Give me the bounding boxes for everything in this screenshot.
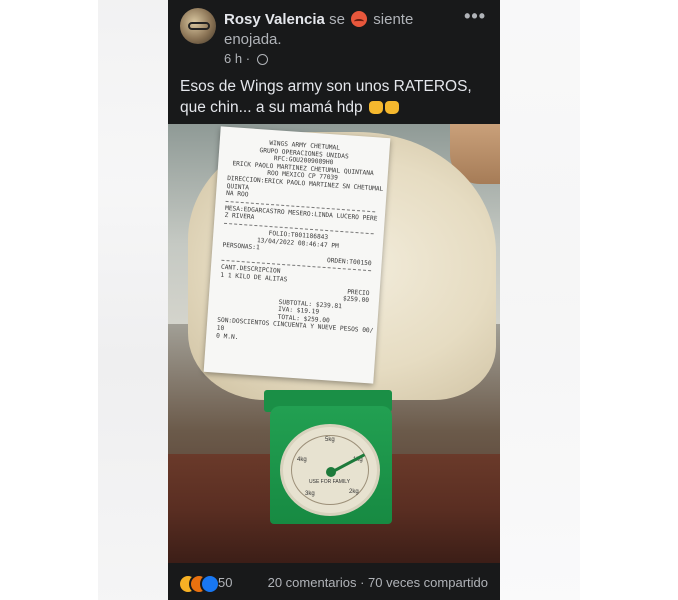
post-footer: 50 20 comentarios · 70 veces compartido (168, 566, 500, 600)
receipt: WINGS ARMY CHETUMAL GRUPO OPERACIONES UN… (203, 126, 391, 384)
like-reaction-icon (200, 574, 220, 594)
feeling-angry-icon (351, 11, 368, 27)
post-time[interactable]: 6 h (224, 51, 242, 66)
globe-icon[interactable] (256, 54, 268, 65)
background-blur-right (500, 0, 580, 600)
post-meta: 6 h · (224, 51, 268, 66)
fist-icon (368, 101, 383, 114)
receipt-subtotal: $239.81 (315, 301, 343, 310)
scale-mark: 5kg (325, 437, 335, 443)
scale-dial: 5kg 1kg 2kg 3kg 4kg USE FOR FAMILY (280, 424, 380, 516)
avatar-glasses (188, 22, 210, 30)
background-blur-left (98, 0, 168, 600)
scale-mark: 4kg (297, 457, 307, 463)
scale-mark: 3kg (305, 491, 315, 497)
post-header: Rosy Valencia se siente enojada. (224, 10, 464, 50)
post-photo[interactable]: WINGS ARMY CHETUMAL GRUPO OPERACIONES UN… (168, 124, 500, 563)
comments-shares-link[interactable]: 20 comentarios · 70 veces compartido (268, 575, 488, 590)
more-options-icon[interactable]: ••• (464, 6, 486, 27)
post-body: Esos de Wings army son unos RATEROS, que… (180, 78, 472, 116)
scale-label: USE FOR FAMILY (309, 479, 351, 485)
scale-mark: 2kg (349, 489, 359, 495)
feeling-prefix: se (329, 11, 345, 28)
post-text: Esos de Wings army son unos RATEROS, que… (180, 76, 490, 118)
meta-separator: · (245, 51, 251, 66)
reaction-count[interactable]: 50 (218, 575, 232, 590)
scale-hub (326, 467, 336, 477)
fist-icon (384, 101, 399, 114)
author-name[interactable]: Rosy Valencia (224, 11, 325, 28)
avatar[interactable] (180, 8, 216, 44)
facebook-post: Rosy Valencia se siente enojada. 6 h · •… (168, 0, 500, 600)
